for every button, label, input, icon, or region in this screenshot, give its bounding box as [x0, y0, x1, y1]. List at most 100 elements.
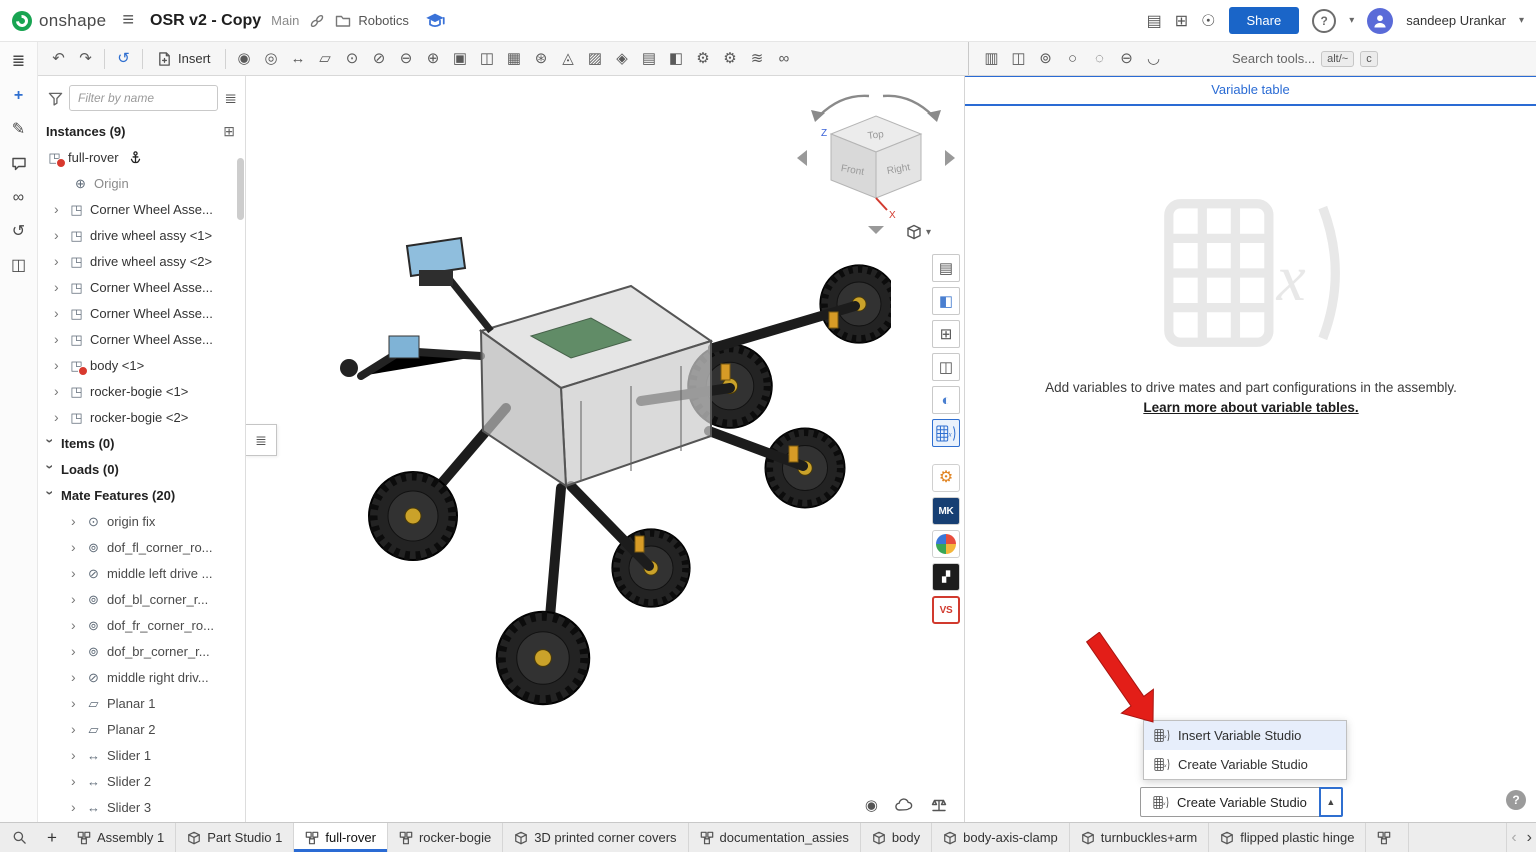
instance-row[interactable]: › ◳ Corner Wheel Asse... [38, 274, 245, 300]
reference-manager-icon[interactable]: ◫ [11, 258, 26, 274]
expand-chevron-icon[interactable]: › [71, 721, 80, 737]
mate-feature-row[interactable]: › ⊚ dof_fr_corner_ro... [38, 612, 245, 638]
belt-relation-icon[interactable]: ∞ [774, 48, 795, 70]
document-tab[interactable]: 3D printed corner covers [503, 823, 688, 852]
loads-header[interactable]: › Loads (0) [38, 456, 245, 482]
fastened-mate-icon[interactable]: ◉ [234, 48, 255, 70]
isolate-icon[interactable]: ⊚ [1035, 48, 1056, 70]
instance-row[interactable]: › ◳ Corner Wheel Asse... [38, 300, 245, 326]
expand-chevron-icon[interactable]: › [71, 565, 80, 581]
expand-chevron-icon[interactable]: › [54, 279, 63, 295]
expand-chevron-icon[interactable]: › [54, 357, 63, 373]
collapse-chevron-icon[interactable]: › [43, 491, 59, 500]
expand-chevron-icon[interactable]: › [54, 253, 63, 269]
list-view-icon[interactable]: ≣ [224, 89, 237, 107]
instance-row[interactable]: › ◳ rocker-bogie <1> [38, 378, 245, 404]
mate-feature-row[interactable]: › ↔ Slider 3 [38, 794, 245, 820]
workspace-branch[interactable]: Main [271, 13, 299, 28]
search-tabs-icon[interactable] [0, 823, 38, 852]
mate-features-header[interactable]: › Mate Features (20) [38, 482, 245, 508]
learn-more-link[interactable]: Learn more about variable tables. [1143, 400, 1358, 415]
expand-chevron-icon[interactable]: › [54, 305, 63, 321]
learning-center-icon[interactable]: ☉ [1201, 11, 1215, 31]
mate-feature-row[interactable]: › ↔ Slider 1 [38, 742, 245, 768]
screw-relation-icon[interactable]: ≋ [747, 48, 768, 70]
mkcad-app-icon[interactable]: MK [932, 497, 960, 525]
vs-app-icon[interactable]: VS [932, 596, 960, 624]
group-icon[interactable]: ▣ [450, 48, 471, 70]
document-tab[interactable]: rocker-bogie [388, 823, 503, 852]
rotate-down-arrow[interactable] [868, 226, 884, 234]
named-positions-icon[interactable]: ◈ [612, 48, 633, 70]
expand-chevron-icon[interactable]: › [71, 539, 80, 555]
help-caret-icon[interactable]: ▾ [1349, 15, 1354, 26]
collapse-chevron-icon[interactable]: › [43, 465, 59, 474]
panel-flyout-handle[interactable]: ≣ [246, 424, 277, 456]
render-panel-icon[interactable]: ◐ [932, 386, 960, 414]
document-tab[interactable]: full-rover [294, 823, 388, 852]
bom-table-icon[interactable]: ▥ [981, 48, 1002, 70]
analytics-icon[interactable]: ▤ [1147, 11, 1162, 31]
expand-chevron-icon[interactable]: › [54, 409, 63, 425]
document-tab[interactable]: Part Studio 1 [176, 823, 294, 852]
instance-row-origin[interactable]: ⊕ Origin [38, 170, 245, 196]
colorwheel-app-icon[interactable] [932, 530, 960, 558]
gear-relation-icon[interactable]: ⚙ [693, 48, 714, 70]
mate-feature-row[interactable]: › ⊚ dof_fl_corner_ro... [38, 534, 245, 560]
mate-feature-row[interactable]: › ⊘ middle right driv... [38, 664, 245, 690]
dark-app-icon[interactable]: ▞ [932, 563, 960, 591]
expand-chevron-icon[interactable]: › [71, 773, 80, 789]
view-menu-button[interactable]: ▾ [906, 224, 931, 240]
document-tab[interactable] [1366, 823, 1409, 852]
expand-chevron-icon[interactable]: › [71, 747, 80, 763]
instance-row[interactable]: › ◳ Corner Wheel Asse... [38, 326, 245, 352]
expand-chevron-icon[interactable]: › [71, 643, 80, 659]
collapse-chevron-icon[interactable]: › [43, 439, 59, 448]
new-tab-button[interactable]: + [38, 823, 66, 852]
cylindrical-mate-icon[interactable]: ⊘ [369, 48, 390, 70]
main-menu-icon[interactable]: ≡ [122, 9, 134, 32]
circular-pattern-icon[interactable]: ⊛ [531, 48, 552, 70]
follow-mode-icon[interactable]: ∞ [13, 190, 24, 206]
document-tab[interactable]: documentation_assies [689, 823, 861, 852]
expand-chevron-icon[interactable]: › [71, 669, 80, 685]
show-mate-connectors-icon[interactable]: ◌ [1089, 48, 1110, 70]
root-instance-row[interactable]: ◳ full-rover [38, 144, 245, 170]
insert-button[interactable]: Insert [151, 49, 217, 69]
undo-icon[interactable]: ↶ [48, 48, 69, 70]
share-button[interactable]: Share [1229, 7, 1300, 34]
edit-appearance-icon[interactable]: ✎ [12, 122, 25, 138]
instance-row[interactable]: › ◳ drive wheel assy <1> [38, 222, 245, 248]
performance-icon[interactable]: ◉ [865, 796, 878, 814]
appearance-icon[interactable]: ◡ [1143, 48, 1164, 70]
expand-chevron-icon[interactable]: › [54, 201, 63, 217]
create-variable-studio-button[interactable]: Create Variable Studio [1140, 787, 1320, 817]
mate-feature-row[interactable]: › ▱ Planar 1 [38, 690, 245, 716]
display-states-icon[interactable]: ◧ [666, 48, 687, 70]
structure-panel-icon[interactable]: ⊞ [932, 320, 960, 348]
expand-chevron-icon[interactable]: › [71, 799, 80, 815]
mate-feature-row[interactable]: › ⊘ middle left drive ... [38, 560, 245, 586]
appearance-panel-icon[interactable]: ◧ [932, 287, 960, 315]
named-views-icon[interactable]: ◫ [1008, 48, 1029, 70]
linear-pattern-icon[interactable]: ▦ [504, 48, 525, 70]
mate-feature-row[interactable]: › ▱ Planar 2 [38, 716, 245, 742]
mate-feature-row[interactable]: › ⊚ dof_bl_corner_r... [38, 586, 245, 612]
tree-scrollbar[interactable] [237, 158, 244, 220]
search-tools[interactable]: Search tools... alt/~ c [1232, 42, 1378, 75]
publ-add-icon[interactable]: + [14, 88, 23, 104]
expand-chevron-icon[interactable]: › [54, 383, 63, 399]
rover-3d-model[interactable] [331, 236, 891, 716]
filter-icon[interactable] [48, 91, 63, 106]
user-name[interactable]: sandeep Urankar [1406, 13, 1506, 28]
measure-icon[interactable] [930, 797, 948, 813]
instance-row[interactable]: › ◳ drive wheel assy <2> [38, 248, 245, 274]
ball-mate-icon[interactable]: ⊙ [342, 48, 363, 70]
document-tab[interactable]: turnbuckles+arm [1070, 823, 1209, 852]
share-link-icon[interactable] [309, 13, 325, 29]
scroll-tabs-right-icon[interactable]: › [1527, 829, 1532, 847]
document-tab[interactable]: flipped plastic hinge [1209, 823, 1366, 852]
create-variable-studio-item[interactable]: Create Variable Studio [1144, 750, 1346, 779]
hide-mates-icon[interactable]: ○ [1062, 48, 1083, 70]
instance-row[interactable]: › ◳ rocker-bogie <2> [38, 404, 245, 430]
